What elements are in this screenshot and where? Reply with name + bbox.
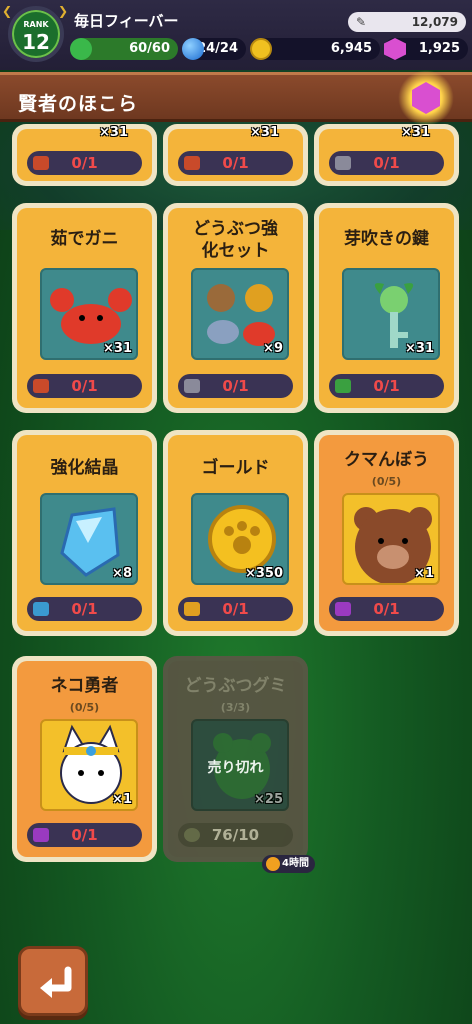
item-name: 芽吹きの鍵	[344, 229, 429, 249]
item-count: ×350	[244, 566, 283, 581]
progress-text: 0/1	[222, 154, 249, 172]
progress-text: 0/1	[71, 154, 98, 172]
shop-card-enhance-set[interactable]: どうぶつ強 化セット ×9 0/1	[163, 203, 308, 413]
glowing-gem-icon[interactable]	[398, 70, 454, 126]
progress-text: 0/1	[373, 600, 400, 618]
orb-icon	[182, 38, 204, 60]
back-button[interactable]	[18, 946, 88, 1016]
paw-coin-icon	[250, 38, 272, 60]
status-header: RANK 12 ❮ ❯ 毎日フィーバー ✎ 12,079 60/60 24/24…	[0, 0, 472, 70]
shop-title: 賢者のほこら	[18, 93, 139, 115]
crab-icon: ×31	[40, 268, 138, 360]
gem-value: 1,925	[418, 41, 460, 56]
progress-bar: 0/1	[27, 823, 142, 847]
item-name: 強化結晶	[50, 458, 119, 478]
item-name: 茹でガニ	[50, 229, 119, 249]
shop-card-sprout-key[interactable]: 芽吹きの鍵 ×31 0/1	[314, 203, 459, 413]
crystal-icon: ×8	[40, 493, 138, 585]
shop-card-boiled-crab[interactable]: 茹でガニ ×31 0/1	[12, 203, 157, 413]
item-name-line1: どうぶつ強	[193, 219, 278, 239]
progress-text: 0/1	[71, 826, 98, 844]
item-count: ×8	[112, 566, 132, 581]
item-limit: (3/3)	[220, 701, 251, 714]
progress-text: 0/1	[222, 377, 249, 395]
progress-bar: 0/1	[329, 374, 444, 398]
item-count: ×31	[103, 341, 132, 356]
item-name: ゴールド	[201, 458, 270, 478]
rank-label: RANK	[23, 20, 49, 29]
cat-hero-icon: ×1	[40, 719, 138, 811]
item-limit: (0/5)	[371, 475, 402, 488]
orb-pill[interactable]: 24/24	[182, 38, 246, 60]
return-arrow-icon	[40, 966, 72, 998]
timer-text: 4時間	[282, 858, 309, 869]
item-count: ×1	[112, 792, 132, 807]
shop-card-top-2[interactable]: ×31 0/1	[163, 124, 308, 186]
shop-card-neko-hero[interactable]: ネコ勇者 (0/5) ×1 0/1	[12, 656, 157, 862]
event-title: 毎日フィーバー	[74, 12, 179, 30]
item-name: どうぶつグミ	[184, 676, 287, 696]
progress-bar: 0/1	[27, 374, 142, 398]
clock-icon	[266, 857, 280, 871]
item-name: ネコ勇者	[50, 676, 119, 696]
progress-bar: 0/1	[27, 597, 142, 621]
progress-bar: 76/10	[178, 823, 293, 847]
gold-coin-icon: ×350	[191, 493, 289, 585]
progress-bar: 0/1	[27, 151, 142, 175]
shop-card-top-3[interactable]: ×31 0/1	[314, 124, 459, 186]
progress-bar: 0/1	[329, 151, 444, 175]
sprout-key-icon: ×31	[342, 268, 440, 360]
item-count: ×31	[405, 341, 434, 356]
rank-badge[interactable]: RANK 12	[8, 6, 64, 62]
progress-text: 0/1	[373, 377, 400, 395]
progress-bar: 0/1	[178, 374, 293, 398]
item-name: クマんぼう	[344, 450, 429, 470]
stamina-pill[interactable]: 60/60	[70, 38, 178, 60]
progress-text: 0/1	[222, 600, 249, 618]
restock-timer: 4時間	[262, 855, 315, 873]
shop-card-animal-gummy: どうぶつグミ (3/3) ×25 売り切れ 76/10	[163, 656, 308, 862]
feather-icon: ✎	[356, 15, 367, 29]
top-value-pill[interactable]: ✎ 12,079	[348, 12, 466, 32]
wing-right-icon: ❯	[58, 4, 69, 18]
progress-text: 0/1	[71, 600, 98, 618]
item-count: ×9	[263, 341, 283, 356]
enhance-set-icon: ×9	[191, 268, 289, 360]
progress-bar: 0/1	[329, 597, 444, 621]
item-count: ×31	[250, 125, 279, 140]
progress-text: 76/10	[211, 826, 260, 844]
item-name-line2: 化セット	[201, 241, 270, 261]
item-limit: (0/5)	[69, 701, 100, 714]
item-count: ×1	[414, 566, 434, 581]
progress-text: 0/1	[71, 377, 98, 395]
coin-pill[interactable]: 6,945	[250, 38, 380, 60]
wing-left-icon: ❮	[2, 4, 13, 18]
lightning-icon	[70, 38, 92, 60]
item-count: ×25	[254, 792, 283, 807]
progress-bar: 0/1	[178, 151, 293, 175]
progress-bar: 0/1	[178, 597, 293, 621]
sold-out-label: 売り切れ	[207, 760, 264, 776]
progress-text: 0/1	[373, 154, 400, 172]
item-count: ×31	[401, 125, 430, 140]
coin-value: 6,945	[330, 41, 372, 56]
shop-card-top-1[interactable]: ×31 0/1	[12, 124, 157, 186]
shop-card-enhance-crystal[interactable]: 強化結晶 ×8 0/1	[12, 430, 157, 636]
top-value: 12,079	[411, 15, 458, 29]
bear-icon: ×1	[342, 493, 440, 585]
gem-pill[interactable]: 1,925	[384, 38, 468, 60]
stamina-value: 60/60	[129, 41, 170, 56]
shop-card-gold[interactable]: ゴールド ×350 0/1	[163, 430, 308, 636]
rank-value: 12	[22, 30, 50, 54]
shop-card-kumanbou[interactable]: クマんぼう (0/5) ×1 0/1	[314, 430, 459, 636]
item-count: ×31	[99, 125, 128, 140]
gem-icon	[384, 38, 406, 60]
